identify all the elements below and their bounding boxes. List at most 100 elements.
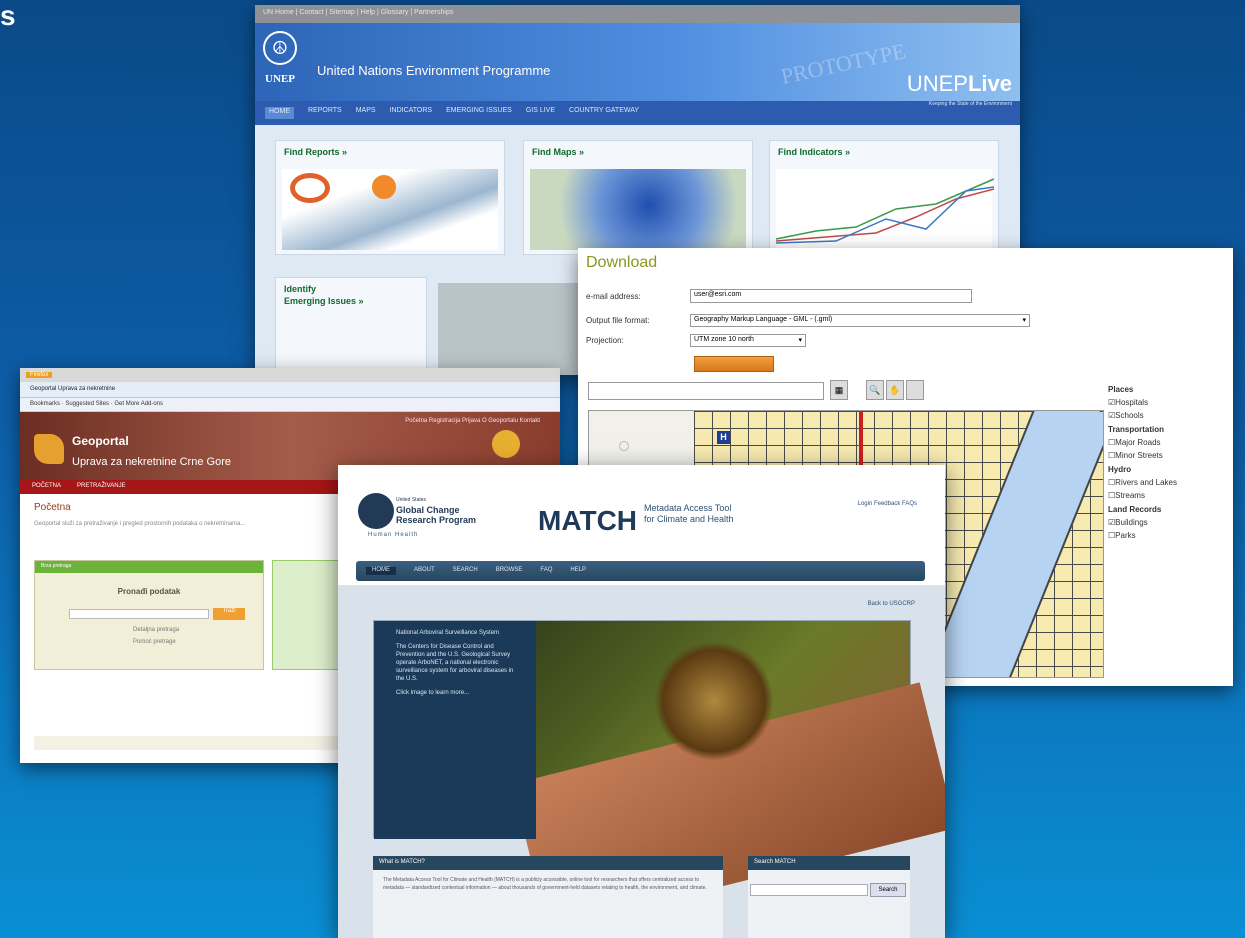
- prototype-stamp: PROTOTYPE: [778, 38, 908, 89]
- print-icon[interactable]: ▦: [830, 380, 848, 400]
- quick-search-button[interactable]: Traži: [213, 608, 245, 620]
- map-search-input[interactable]: [588, 382, 824, 400]
- projection-select-value: UTM zone 10 north: [694, 336, 754, 343]
- find-indicators-card[interactable]: Find Indicators »: [769, 140, 999, 255]
- search-help-link[interactable]: Pomoć pretrage: [133, 639, 176, 645]
- coat-of-arms-icon: [492, 430, 520, 458]
- emerging-issues-map[interactable]: [438, 283, 578, 375]
- slide-title-fragment: s: [0, 0, 16, 31]
- format-select[interactable]: Geography Markup Language - GML - (.gml)…: [690, 314, 1030, 327]
- layer-schools[interactable]: ☑Schools: [1108, 409, 1177, 422]
- full-extent-icon[interactable]: [906, 380, 924, 400]
- geo-nav-search[interactable]: PRETRAŽIVANJE: [77, 483, 126, 491]
- layer-label: Streams: [1115, 491, 1145, 500]
- unep-nav-indicators[interactable]: INDICATORS: [390, 107, 433, 119]
- quick-search-title: Pronađi podatak: [117, 587, 181, 596]
- layer-buildings[interactable]: ☑Buildings: [1108, 516, 1177, 529]
- layer-label: Schools: [1115, 411, 1144, 420]
- hero-image[interactable]: National Arboviral Surveillance System T…: [373, 620, 945, 930]
- format-select-value: Geography Markup Language - GML - (.gml): [694, 316, 833, 323]
- download-submit-button[interactable]: [694, 356, 774, 372]
- find-maps-card[interactable]: Find Maps »: [523, 140, 753, 255]
- orange-dot-icon: [372, 175, 396, 199]
- geoportal-top-links[interactable]: Početna Registracija Prijava O Geoportal…: [405, 418, 540, 424]
- back-link[interactable]: Back to USGCRP: [868, 601, 915, 607]
- match-window: United States Global Change Research Progr…: [338, 465, 945, 938]
- quick-search-input[interactable]: [69, 609, 209, 619]
- match-nav: HOME ABOUT SEARCH BROWSE FAQ HELP: [356, 561, 925, 581]
- layer-label: Minor Streets: [1115, 451, 1163, 460]
- match-top-links[interactable]: Login Feedback FAQs: [858, 501, 917, 507]
- match-nav-home[interactable]: HOME: [366, 567, 396, 575]
- emerging-issues-link[interactable]: Emerging Issues »: [276, 294, 426, 312]
- bookmarks-bar[interactable]: Bookmarks · Suggested Sites · Get More A…: [20, 398, 560, 412]
- find-indicators-link[interactable]: Find Indicators »: [770, 141, 998, 163]
- target-graphic-icon: [290, 173, 330, 203]
- chevron-down-icon: ▾: [798, 337, 802, 344]
- layer-streams[interactable]: ☐Streams: [1108, 489, 1177, 502]
- reports-thumbnail: [282, 169, 498, 250]
- hero-heading: National Arboviral Surveillance System: [396, 630, 500, 636]
- chevron-down-icon: ▾: [1022, 317, 1026, 324]
- layer-label: Major Roads: [1115, 438, 1161, 447]
- hospital-icon[interactable]: H: [717, 431, 730, 444]
- tagline-1: Metadata Access Tool: [644, 503, 732, 513]
- hero-link[interactable]: Click image to learn more...: [396, 689, 514, 697]
- match-search-input[interactable]: [750, 884, 868, 896]
- unep-logo-text: UNEP: [265, 73, 295, 85]
- unep-nav-gislive[interactable]: GIS LIVE: [526, 107, 555, 119]
- what-is-match-header: What is MATCH?: [373, 856, 723, 870]
- match-nav-search[interactable]: SEARCH: [453, 567, 478, 575]
- email-field[interactable]: user@esri.com: [690, 289, 972, 303]
- unep-topbar[interactable]: UN Home | Contact | Sitemap | Help | Glo…: [255, 5, 1020, 23]
- tagline-2: for Climate and Health: [644, 514, 734, 524]
- layer-legend: Places ☑Hospitals ☑Schools Transportatio…: [1108, 382, 1177, 542]
- live-logo-a: UNEP: [906, 71, 968, 96]
- hero-sidebar: National Arboviral Surveillance System T…: [374, 621, 536, 839]
- unep-nav-home[interactable]: HOME: [265, 107, 294, 119]
- find-reports-card[interactable]: Find Reports »: [275, 140, 505, 255]
- pan-icon[interactable]: ✋: [886, 380, 904, 400]
- layer-major-roads[interactable]: ☐Major Roads: [1108, 436, 1177, 449]
- find-reports-link[interactable]: Find Reports »: [276, 141, 504, 163]
- match-search-button[interactable]: Search: [870, 883, 906, 897]
- layer-rivers[interactable]: ☐Rivers and Lakes: [1108, 476, 1177, 489]
- match-nav-help[interactable]: HELP: [570, 567, 586, 575]
- browser-menu-button[interactable]: Firefox: [26, 372, 53, 378]
- what-is-match-text: The Metadata Access Tool for Climate and…: [383, 877, 707, 891]
- unep-nav-maps[interactable]: MAPS: [356, 107, 376, 119]
- layer-parks[interactable]: ☐Parks: [1108, 529, 1177, 542]
- unep-nav-emerging[interactable]: EMERGING ISSUES: [446, 107, 512, 119]
- unep-nav: HOME REPORTS MAPS INDICATORS EMERGING IS…: [255, 101, 1020, 125]
- legend-heading-transportation: Transportation: [1108, 425, 1165, 434]
- usgcrp-name: United States Global Change Research Progr…: [396, 495, 476, 525]
- format-label: Output file format:: [586, 316, 650, 325]
- geoportal-logo-icon: [34, 434, 64, 464]
- layer-minor-streets[interactable]: ☐Minor Streets: [1108, 449, 1177, 462]
- advanced-search-link[interactable]: Detaljna pretraga: [133, 627, 179, 633]
- browser-tab[interactable]: Geoportal Uprava za nekretnine: [20, 382, 560, 398]
- search-match-header: Search MATCH: [748, 856, 910, 870]
- maps-thumbnail: [530, 169, 746, 250]
- layer-label: Hospitals: [1115, 398, 1149, 407]
- unep-nav-country[interactable]: COUNTRY GATEWAY: [569, 107, 639, 119]
- geoportal-title: Geoportal: [72, 434, 129, 448]
- projection-select[interactable]: UTM zone 10 north ▾: [690, 334, 806, 347]
- compass-icon[interactable]: [619, 441, 629, 451]
- usgcrp-logo-icon: [358, 493, 394, 529]
- geo-nav-home[interactable]: POČETNA: [32, 483, 61, 491]
- hero-text: The Centers for Disease Control and Prev…: [396, 644, 514, 682]
- live-logo-b: Live: [967, 71, 1012, 96]
- org-line1: Global Change: [396, 505, 460, 515]
- layer-hospitals[interactable]: ☑Hospitals: [1108, 396, 1177, 409]
- legend-heading-land: Land Records: [1108, 505, 1162, 514]
- match-nav-faq[interactable]: FAQ: [540, 567, 552, 575]
- match-nav-about[interactable]: ABOUT: [414, 567, 435, 575]
- zoom-icon[interactable]: 🔍: [866, 380, 884, 400]
- unep-nav-reports[interactable]: REPORTS: [308, 107, 342, 119]
- legend-heading-places: Places: [1108, 385, 1134, 394]
- match-header: United States Global Change Research Progr…: [338, 465, 945, 585]
- quick-search-panel: Brza pretraga Pronađi podatak Traži Deta…: [34, 560, 264, 670]
- match-nav-browse[interactable]: BROWSE: [496, 567, 523, 575]
- find-maps-link[interactable]: Find Maps »: [524, 141, 752, 163]
